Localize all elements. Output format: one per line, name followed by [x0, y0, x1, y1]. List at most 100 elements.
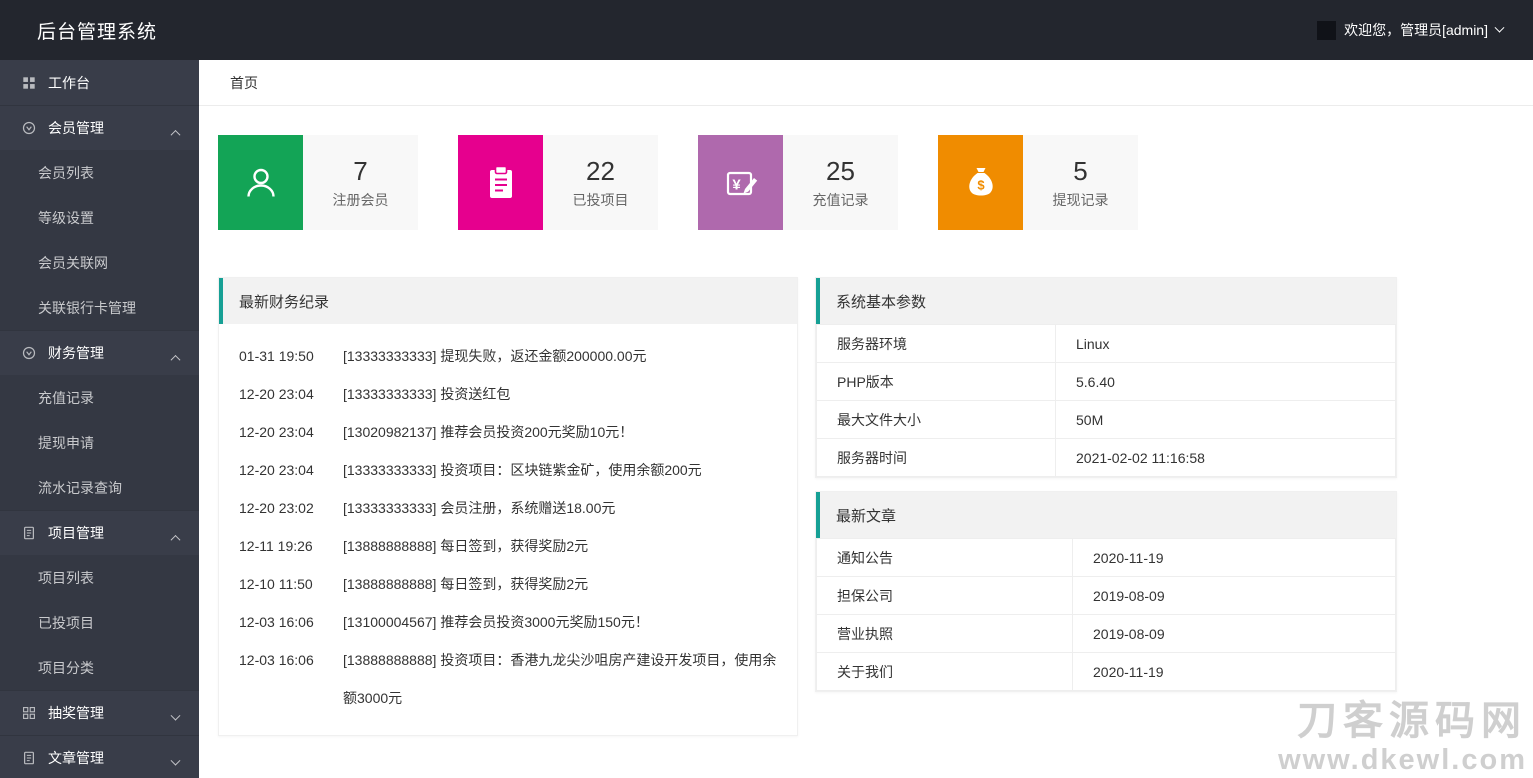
record-text: [13888888888] 每日签到，获得奖励2元 — [343, 538, 589, 554]
table-row[interactable]: 担保公司 2019-08-09 — [816, 576, 1396, 615]
chevron-down-icon — [1494, 22, 1505, 33]
article-title: 关于我们 — [816, 652, 1073, 691]
sidebar-item-project-categories[interactable]: 项目分类 — [0, 645, 199, 690]
stat-label: 充值记录 — [812, 191, 869, 208]
sidebar-item-member-list[interactable]: 会员列表 — [0, 150, 199, 195]
chevron-down-icon — [170, 754, 181, 770]
table-row: 服务器时间 2021-02-02 11:16:58 — [816, 438, 1396, 477]
sidebar-item-bank-card-management[interactable]: 关联银行卡管理 — [0, 285, 199, 330]
panel-title: 最新文章 — [816, 492, 1396, 538]
user-menu[interactable]: 欢迎您，管理员[admin] — [1317, 20, 1505, 40]
stat-card-registered-members[interactable]: 7 注册会员 — [218, 135, 418, 230]
stat-card-recharge-records[interactable]: ¥ 25 充值记录 — [698, 135, 898, 230]
sidebar-item-label: 项目分类 — [38, 659, 94, 676]
sidebar-item-recharge-records[interactable]: 充值记录 — [0, 375, 199, 420]
table-row: 服务器环境 Linux — [816, 324, 1396, 363]
table-row: PHP版本 5.6.40 — [816, 362, 1396, 401]
tab-bar: 首页 — [199, 60, 1533, 106]
sidebar-item-label: 关联银行卡管理 — [38, 299, 136, 316]
sidebar-item-lottery-management[interactable]: 抽奖管理 — [0, 690, 199, 735]
system-params-panel: 系统基本参数 服务器环境 Linux PHP版本 5.6.40 最大文件大小 50M … — [815, 277, 1397, 478]
table-row[interactable]: 营业执照 2019-08-09 — [816, 614, 1396, 653]
param-key: 服务器时间 — [816, 438, 1056, 477]
moneybag-icon: $ — [938, 135, 1023, 230]
stat-label: 已投项目 — [572, 191, 629, 208]
table-row: 最大文件大小 50M — [816, 400, 1396, 439]
grid-icon — [21, 75, 37, 91]
stat-card-invested-projects[interactable]: 22 已投项目 — [458, 135, 658, 230]
sidebar-item-project-management[interactable]: 项目管理 — [0, 510, 199, 555]
article-date: 2020-11-19 — [1072, 538, 1396, 577]
sidebar-item-level-settings[interactable]: 等级设置 — [0, 195, 199, 240]
record-time: 12-20 23:04 — [239, 424, 314, 440]
finance-record: 12-03 16:06 [13100004567] 推荐会员投资3000元奖励15… — [239, 603, 777, 641]
record-time: 12-10 11:50 — [239, 576, 313, 592]
member-circle-icon — [21, 120, 37, 136]
sidebar-item-member-network[interactable]: 会员关联网 — [0, 240, 199, 285]
record-text: [13888888888] 每日签到，获得奖励2元 — [343, 576, 589, 592]
param-value: 5.6.40 — [1055, 362, 1396, 401]
chevron-up-icon — [170, 349, 181, 365]
sidebar-item-label: 已投项目 — [38, 614, 94, 631]
article-date: 2019-08-09 — [1072, 614, 1396, 653]
record-time: 12-20 23:04 — [239, 462, 314, 478]
finance-record: 12-03 16:06 [13888888888] 投资项目：香港九龙尖沙咀房产建… — [239, 641, 777, 717]
param-key: 服务器环境 — [816, 324, 1056, 363]
finance-circle-icon — [21, 345, 37, 361]
lottery-grid-icon — [21, 705, 37, 721]
stat-value: 22 — [586, 155, 615, 186]
sidebar-item-invested-projects[interactable]: 已投项目 — [0, 600, 199, 645]
param-value: 50M — [1055, 400, 1396, 439]
person-icon — [218, 135, 303, 230]
finance-record: 12-20 23:04 [13020982137] 推荐会员投资200元奖励10元… — [239, 413, 777, 451]
finance-records-panel: 最新财务纪录 01-31 19:50 [13333333333] 提现失败，返还金… — [218, 277, 798, 736]
finance-record: 12-20 23:02 [13333333333] 会员注册，系统赠送18.00元 — [239, 489, 777, 527]
svg-text:¥: ¥ — [732, 176, 741, 193]
sidebar-item-workbench[interactable]: 工作台 — [0, 60, 199, 105]
main-content: 首页 7 注册会员 22 已投项目 ¥ 25 充值记录 $ 5 提现记录 最新财… — [199, 60, 1533, 778]
tab-home[interactable]: 首页 — [230, 73, 258, 93]
sidebar-item-article-management[interactable]: 文章管理 — [0, 735, 199, 778]
avatar — [1317, 20, 1337, 40]
sidebar-item-label: 流水记录查询 — [38, 479, 122, 496]
sidebar-item-label: 工作台 — [48, 74, 90, 91]
record-time: 01-31 19:50 — [239, 348, 314, 364]
sidebar-item-withdraw-requests[interactable]: 提现申请 — [0, 420, 199, 465]
finance-record: 12-20 23:04 [13333333333] 投资送红包 — [239, 375, 777, 413]
chevron-up-icon — [170, 529, 181, 545]
finance-record: 12-20 23:04 [13333333333] 投资项目：区块链紫金矿，使用余… — [239, 451, 777, 489]
table-row[interactable]: 通知公告 2020-11-19 — [816, 538, 1396, 577]
sidebar-item-project-list[interactable]: 项目列表 — [0, 555, 199, 600]
sidebar: 工作台 会员管理 会员列表 等级设置 会员关联网 关联银行卡管理 财务管理 充值… — [0, 60, 199, 778]
sidebar-item-label: 提现申请 — [38, 434, 94, 451]
project-doc-icon — [21, 525, 37, 541]
stat-value: 7 — [353, 155, 368, 186]
param-key: 最大文件大小 — [816, 400, 1056, 439]
chevron-down-icon — [170, 709, 181, 725]
sidebar-item-finance-management[interactable]: 财务管理 — [0, 330, 199, 375]
sidebar-item-label: 会员管理 — [48, 120, 104, 136]
finance-record: 01-31 19:50 [13333333333] 提现失败，返还金额200000… — [239, 337, 777, 375]
record-text: [13333333333] 提现失败，返还金额200000.00元 — [343, 348, 647, 364]
clipboard-icon — [458, 135, 543, 230]
article-date: 2019-08-09 — [1072, 576, 1396, 615]
article-title: 担保公司 — [816, 576, 1073, 615]
param-value: 2021-02-02 11:16:58 — [1055, 438, 1396, 477]
sidebar-item-transaction-query[interactable]: 流水记录查询 — [0, 465, 199, 510]
sidebar-item-label: 抽奖管理 — [48, 705, 104, 721]
record-time: 12-20 23:04 — [239, 386, 314, 402]
sidebar-item-member-management[interactable]: 会员管理 — [0, 105, 199, 150]
record-text: [13333333333] 会员注册，系统赠送18.00元 — [343, 500, 616, 516]
param-key: PHP版本 — [816, 362, 1056, 401]
finance-record: 12-10 11:50 [13888888888] 每日签到，获得奖励2元 — [239, 565, 777, 603]
record-text: [13888888888] 投资项目：香港九龙尖沙咀房产建设开发项目，使用余额3… — [343, 652, 777, 706]
table-row[interactable]: 关于我们 2020-11-19 — [816, 652, 1396, 691]
sidebar-item-label: 等级设置 — [38, 209, 94, 226]
stat-value: 25 — [826, 155, 855, 186]
stat-value: 5 — [1073, 155, 1088, 186]
system-params-table: 服务器环境 Linux PHP版本 5.6.40 最大文件大小 50M 服务器时间 20… — [816, 324, 1396, 477]
article-title: 营业执照 — [816, 614, 1073, 653]
sidebar-item-label: 会员关联网 — [38, 254, 108, 271]
finance-record: 12-11 19:26 [13888888888] 每日签到，获得奖励2元 — [239, 527, 777, 565]
stat-card-withdraw-records[interactable]: $ 5 提现记录 — [938, 135, 1138, 230]
